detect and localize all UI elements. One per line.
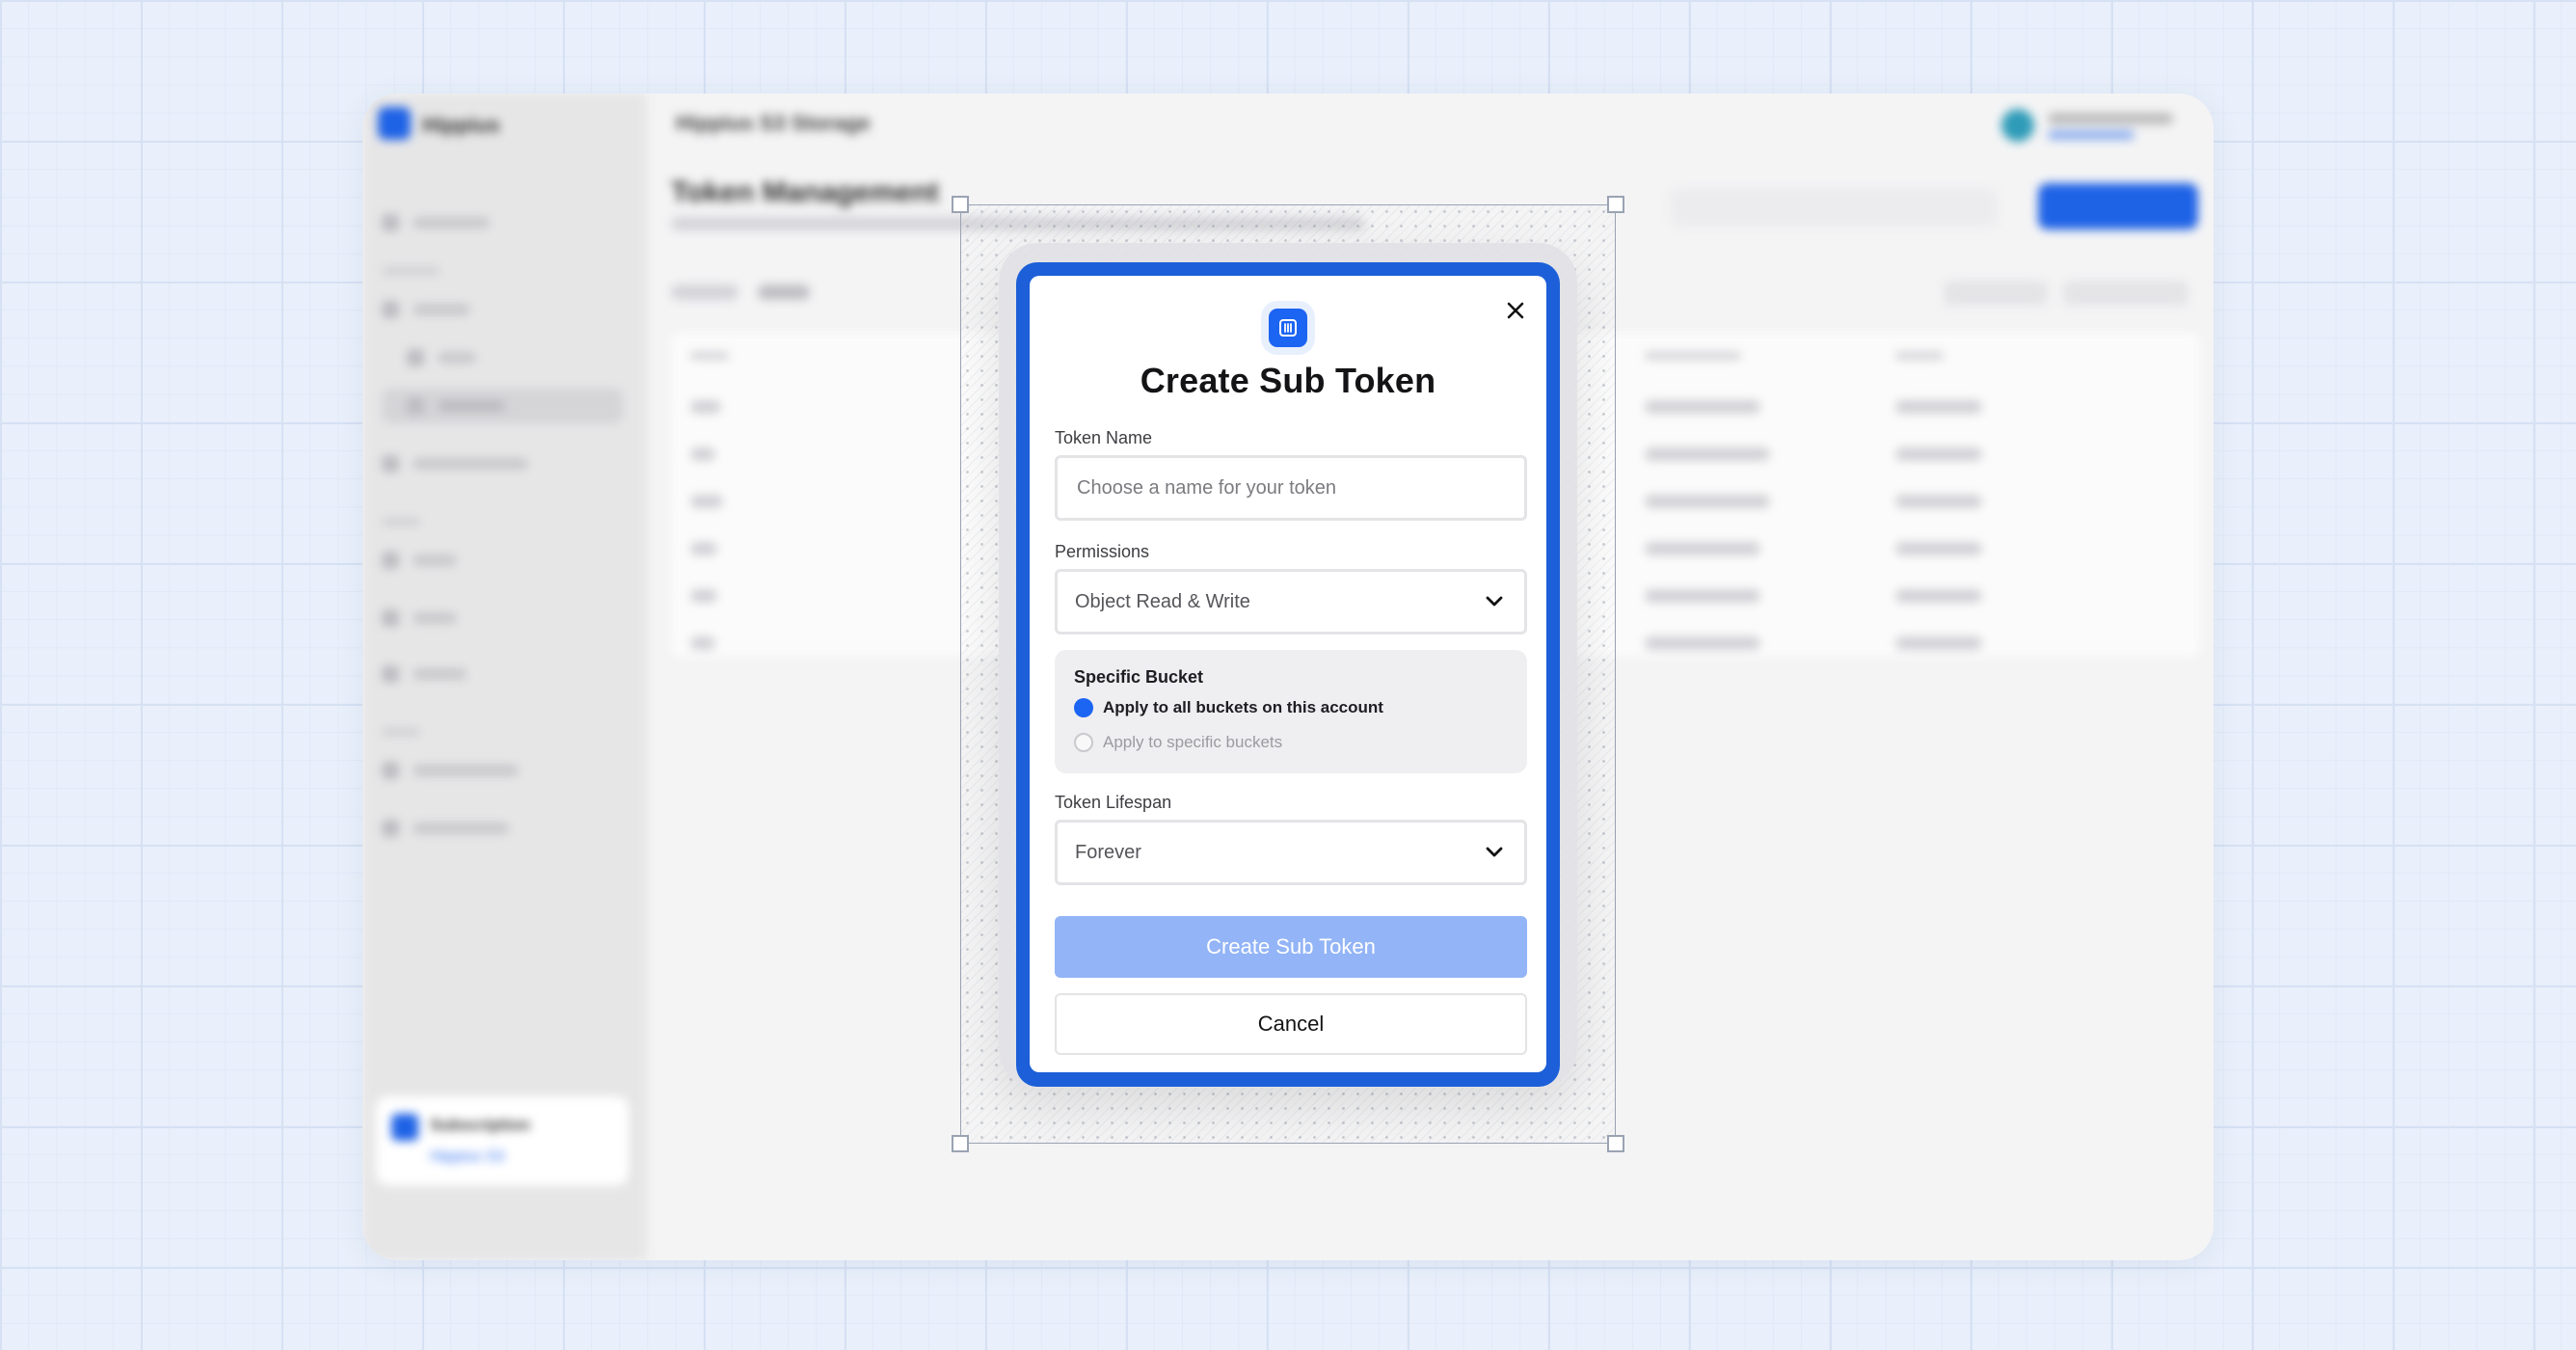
resize-handle-top-left[interactable]	[952, 196, 969, 213]
promo-title: Subscription	[430, 1116, 530, 1134]
permissions-select[interactable]: Object Read & Write	[1055, 569, 1527, 634]
create-sub-token-dialog: Create Sub Token Token Name Permissions …	[1030, 276, 1546, 1072]
sidebar-item-billing	[382, 543, 623, 578]
sidebar-item-storage	[382, 292, 623, 327]
radio-specific-buckets[interactable]: Apply to specific buckets	[1074, 733, 1282, 752]
sidebar: Hippius Subscription Hippius S3	[362, 94, 647, 1260]
chevron-down-icon	[1486, 596, 1503, 607]
brand-name: Hippius	[422, 113, 500, 137]
create-token-button	[2038, 183, 2198, 230]
radio-unselected-icon	[1074, 733, 1093, 752]
create-sub-token-button[interactable]: Create Sub Token	[1055, 916, 1527, 978]
radio-all-buckets[interactable]: Apply to all buckets on this account	[1074, 698, 1383, 717]
token-name-label: Token Name	[1055, 428, 1153, 447]
sidebar-item-files	[407, 340, 623, 375]
token-name-input[interactable]	[1075, 475, 1507, 500]
radio-specific-buckets-label: Apply to specific buckets	[1103, 733, 1283, 751]
specific-bucket-title: Specific Bucket	[1074, 667, 1204, 687]
radio-selected-icon	[1074, 698, 1093, 717]
sidebar-item-referrals	[382, 657, 623, 691]
token-lifespan-value: Forever	[1075, 841, 1141, 863]
chevron-down-icon	[1486, 847, 1503, 857]
filter-controls	[1944, 277, 2200, 310]
token-name-field[interactable]	[1055, 455, 1527, 521]
permissions-value: Object Read & Write	[1075, 590, 1250, 612]
close-button[interactable]	[1496, 291, 1535, 330]
sidebar-section	[382, 514, 420, 528]
dialog-title: Create Sub Token	[1140, 361, 1436, 400]
sidebar-item-wallet	[382, 601, 623, 635]
sidebar-item-help	[382, 811, 623, 846]
promo-link: Hippius S3	[430, 1148, 505, 1165]
resize-handle-bottom-left[interactable]	[952, 1135, 969, 1152]
user-menu	[2001, 109, 2194, 142]
resize-handle-bottom-right[interactable]	[1607, 1135, 1624, 1152]
close-icon	[1507, 302, 1524, 319]
search-input	[1670, 188, 1998, 227]
specific-bucket-panel: Specific Bucket Apply to all buckets on …	[1055, 650, 1527, 773]
cancel-button[interactable]: Cancel	[1055, 993, 1527, 1055]
sidebar-item-s3-buckets	[382, 389, 623, 423]
sidebar-section	[382, 724, 420, 739]
sidebar-section	[382, 263, 440, 278]
app-logo-icon	[378, 107, 411, 140]
promo-card: Subscription Hippius S3	[376, 1096, 629, 1185]
bucket-icon	[1269, 309, 1307, 347]
sidebar-item-compute	[382, 446, 623, 481]
resize-handle-top-right[interactable]	[1607, 196, 1624, 213]
tab-bar	[671, 284, 829, 305]
permissions-label: Permissions	[1055, 542, 1150, 561]
sidebar-item-documentation	[382, 753, 623, 788]
token-lifespan-select[interactable]: Forever	[1055, 820, 1527, 885]
token-lifespan-label: Token Lifespan	[1055, 793, 1172, 812]
page-title: Token Management	[671, 176, 939, 208]
radio-all-buckets-label: Apply to all buckets on this account	[1103, 698, 1383, 716]
sidebar-item-overview	[382, 205, 623, 240]
window-title: Hippius S3 Storage	[676, 111, 871, 135]
